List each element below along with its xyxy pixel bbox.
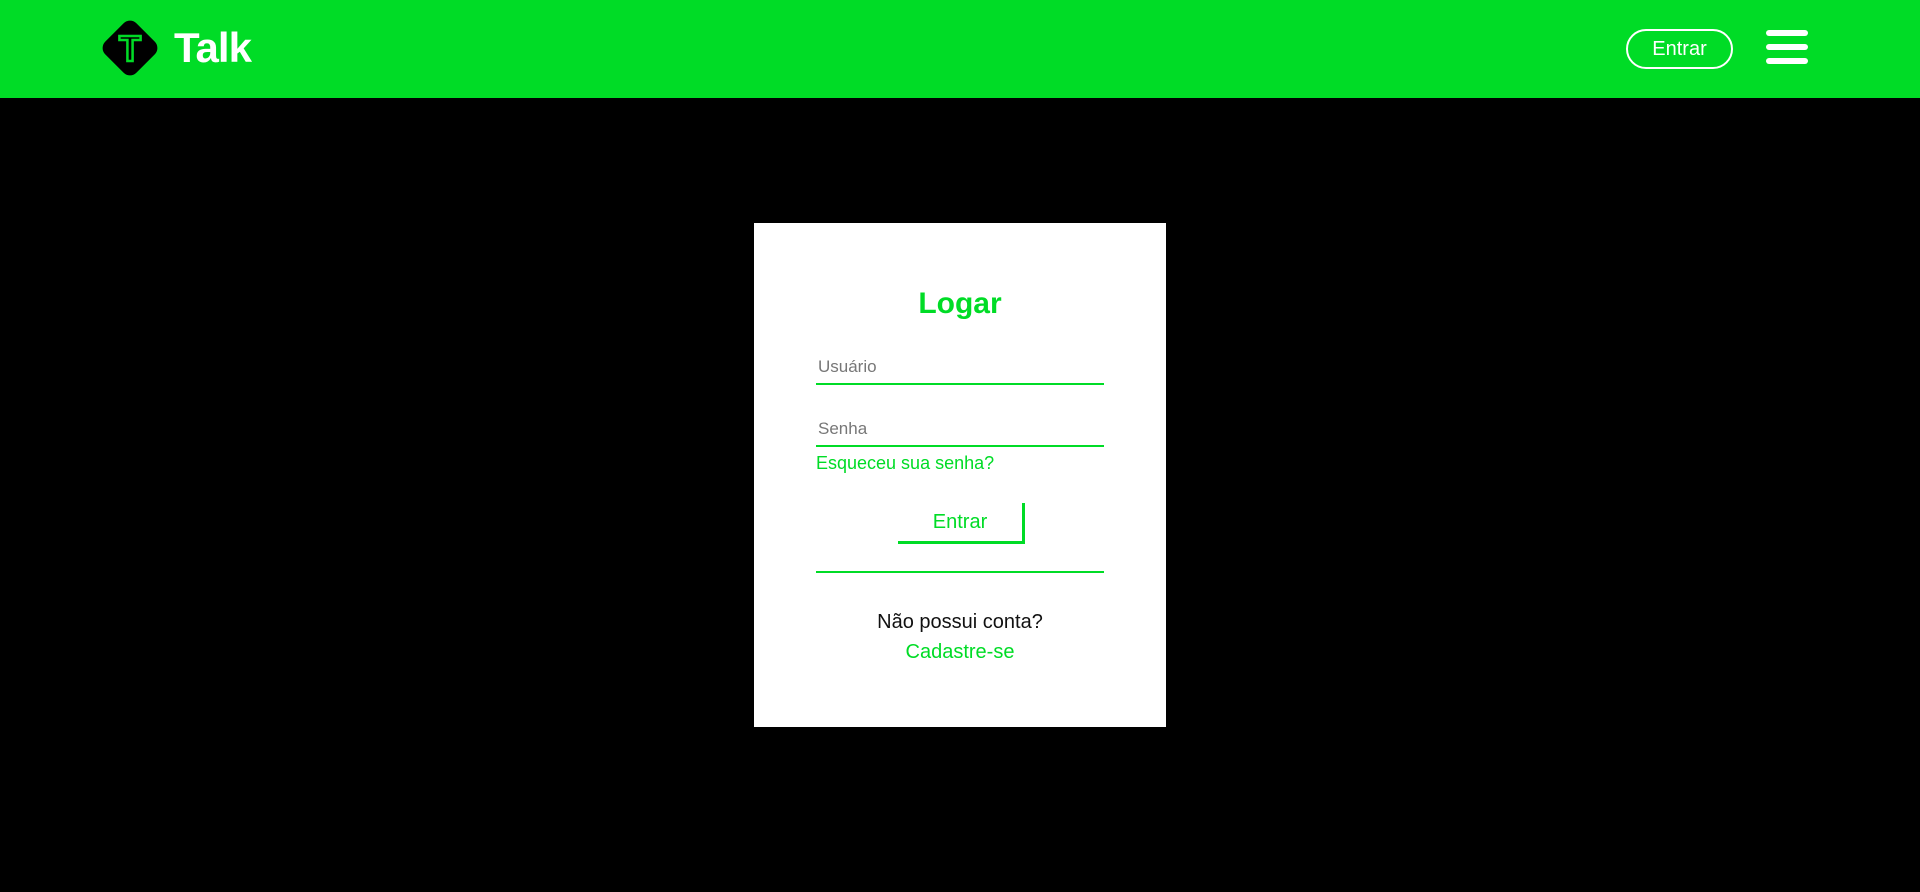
brand-name: Talk [174, 24, 252, 71]
username-input[interactable] [816, 351, 1104, 385]
login-submit-button[interactable]: Entrar [898, 503, 1025, 544]
login-title: Logar [918, 287, 1002, 320]
menu-bar [1766, 44, 1808, 50]
brand-logo-link[interactable]: T Talk [98, 16, 252, 80]
login-card: Logar Esqueceu sua senha? Entrar Não pos… [754, 223, 1166, 727]
signup-link[interactable]: Cadastre-se [754, 641, 1166, 664]
no-account-text: Não possui conta? [877, 611, 1043, 633]
menu-bar [1766, 58, 1808, 64]
talk-logo-icon: T [102, 20, 158, 76]
hamburger-menu-icon[interactable] [1766, 30, 1810, 68]
password-input[interactable] [816, 413, 1104, 447]
forgot-password-link[interactable]: Esqueceu sua senha? [816, 453, 994, 474]
menu-bar [1766, 30, 1808, 36]
logo-letter: T [119, 28, 141, 69]
form-divider [816, 571, 1104, 573]
header-login-button[interactable]: Entrar [1626, 29, 1733, 69]
top-navbar: T Talk Entrar [0, 0, 1920, 98]
